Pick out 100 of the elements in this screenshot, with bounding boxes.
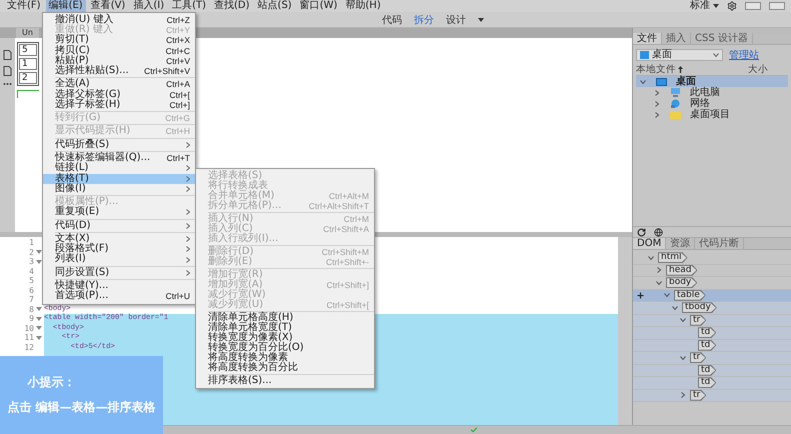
- menu-bar-item[interactable]: 站点(S): [254, 0, 295, 12]
- tip-title: 小提示：: [28, 374, 76, 391]
- menu-bar-item[interactable]: 查看(V): [88, 0, 128, 12]
- file-tree-row[interactable]: 此电脑: [636, 87, 788, 98]
- dom-tree-row[interactable]: tr: [633, 390, 791, 402]
- chevron-icon[interactable]: [648, 254, 654, 261]
- tag-label[interactable]: html: [658, 252, 688, 264]
- chevron-icon[interactable]: [640, 78, 646, 84]
- caret-icon[interactable]: [713, 4, 719, 8]
- globe-icon[interactable]: [654, 228, 663, 236]
- chevron-icon[interactable]: [656, 267, 662, 274]
- dom-tree-row[interactable]: tr: [633, 352, 791, 364]
- chevron-icon[interactable]: [664, 292, 670, 298]
- folder-icon: [670, 110, 680, 118]
- menu-item[interactable]: 列表(I): [43, 254, 195, 265]
- menu-item[interactable]: 首选项(P)... Ctrl+U: [43, 291, 195, 302]
- chevron-icon[interactable]: [713, 52, 719, 58]
- panel-tab[interactable]: 插入: [662, 33, 691, 44]
- menu-item[interactable]: 同步设置(S): [43, 268, 195, 278]
- dom-tree-row[interactable]: td: [633, 364, 791, 377]
- line-number: 6: [28, 286, 34, 295]
- menu-item[interactable]: 代码(D): [43, 220, 195, 231]
- file-name: 桌面: [676, 76, 696, 86]
- menu-item[interactable]: 将高度转换为像素: [196, 353, 374, 363]
- chevron-icon[interactable]: [680, 317, 686, 324]
- site-dropdown[interactable]: 桌面: [636, 48, 723, 60]
- file-name: 此电脑: [690, 88, 720, 98]
- settings-icon[interactable]: [727, 1, 737, 11]
- panel-tab[interactable]: CSS 设计器: [691, 33, 753, 44]
- view-tab[interactable]: 设计: [446, 12, 466, 26]
- table-cell: 5: [19, 44, 37, 56]
- menu-item[interactable]: 将高度转换为百分比: [196, 363, 374, 373]
- chevron-icon[interactable]: [680, 354, 686, 361]
- chevron-icon[interactable]: [656, 280, 662, 286]
- file-name: 网络: [690, 98, 710, 108]
- menu-item[interactable]: 全选(A) Ctrl+A: [43, 79, 195, 90]
- tag-label[interactable]: tbody: [682, 302, 717, 314]
- column-header[interactable]: 本地文件: [636, 64, 676, 76]
- chevron-icon[interactable]: [680, 392, 686, 398]
- dom-tree-row[interactable]: html: [633, 252, 791, 264]
- menu-item[interactable]: 图像(I): [43, 184, 195, 194]
- tag-label[interactable]: tr: [690, 314, 706, 326]
- dom-tree-row[interactable]: tbody: [633, 302, 791, 314]
- menu-item[interactable]: 转换宽度为像素(X): [196, 333, 374, 343]
- sort-arrow-icon[interactable]: [678, 66, 683, 73]
- chevron-icon[interactable]: [654, 112, 660, 118]
- menu-bar-item[interactable]: 编辑(E): [46, 0, 86, 12]
- chevron-icon[interactable]: [654, 100, 660, 106]
- panel-tab[interactable]: 代码片断: [695, 238, 744, 249]
- tag-label[interactable]: tr: [690, 352, 706, 364]
- dom-tree-row[interactable]: head: [633, 264, 791, 277]
- view-tab[interactable]: 代码: [382, 12, 402, 26]
- file-tree-row[interactable]: 网络: [636, 98, 788, 109]
- menu-item[interactable]: 重复项(E): [43, 207, 195, 218]
- menu-bar-item[interactable]: 查找(D): [211, 0, 253, 12]
- more-icon[interactable]: [3, 82, 12, 86]
- caret-icon[interactable]: [478, 18, 484, 22]
- panel-tab[interactable]: DOM: [633, 238, 666, 249]
- file-tree-row[interactable]: 桌面项目: [636, 109, 788, 120]
- line-number: 11: [23, 333, 34, 342]
- add-icon[interactable]: [636, 290, 645, 300]
- dom-tree-row[interactable]: tr: [633, 314, 791, 327]
- dom-tree-row[interactable]: td: [633, 340, 791, 352]
- minimize-button[interactable]: [745, 2, 761, 10]
- column-header[interactable]: 大小: [748, 64, 768, 76]
- line-number: 10: [23, 324, 34, 333]
- menu-item[interactable]: 清除单元格宽度(T): [196, 323, 374, 333]
- workspace-dropdown[interactable]: 标准: [690, 0, 710, 12]
- tag-label[interactable]: table: [674, 290, 706, 301]
- tag-label[interactable]: body: [666, 277, 698, 288]
- menu-item[interactable]: 撤消(U) 键入 Ctrl+Z: [43, 15, 195, 26]
- refresh-icon[interactable]: [637, 228, 646, 236]
- menu-bar-item[interactable]: 工具(T): [169, 0, 210, 12]
- tag-label[interactable]: td: [698, 364, 716, 376]
- menu-item[interactable]: 选择子标签(H) Ctrl+]: [43, 100, 195, 110]
- menu-item[interactable]: 表格(T): [43, 174, 195, 184]
- tag-label[interactable]: head: [666, 264, 698, 276]
- menu-item[interactable]: 选择性粘贴(S)... Ctrl+Shift+V: [43, 66, 195, 76]
- menu-item[interactable]: 选择父标签(G) Ctrl+[: [43, 90, 195, 100]
- menu-item[interactable]: 粘贴(P) Ctrl+V: [43, 56, 195, 66]
- maximize-button[interactable]: [769, 2, 785, 10]
- menu-item[interactable]: 剪切(T) Ctrl+X: [43, 35, 195, 46]
- document-tab[interactable]: Un: [16, 28, 39, 38]
- menu-item[interactable]: 转换宽度为百分比(O): [196, 343, 374, 353]
- menu-bar-item[interactable]: 插入(I): [130, 0, 168, 12]
- tag-label[interactable]: td: [698, 340, 716, 351]
- monitor-icon: [640, 50, 649, 58]
- chevron-icon[interactable]: [672, 304, 678, 311]
- menu-item[interactable]: 代码折叠(S): [43, 140, 195, 150]
- panel-tab[interactable]: 文件: [633, 33, 662, 44]
- panel-tab[interactable]: 资源: [666, 238, 696, 249]
- chevron-icon[interactable]: [654, 90, 660, 96]
- tag-label[interactable]: tr: [690, 390, 706, 401]
- file-tree-row[interactable]: 桌面: [636, 76, 788, 87]
- menu-item[interactable]: 清除单元格高度(H): [196, 313, 374, 323]
- menu-bar-item[interactable]: 帮助(H): [342, 0, 384, 12]
- menu-item[interactable]: 拷贝(C) Ctrl+C: [43, 46, 195, 56]
- menu-item[interactable]: 链接(L): [43, 163, 195, 174]
- menu-item[interactable]: 排序表格(S)...: [196, 376, 374, 386]
- dom-tree-row[interactable]: table: [633, 290, 791, 302]
